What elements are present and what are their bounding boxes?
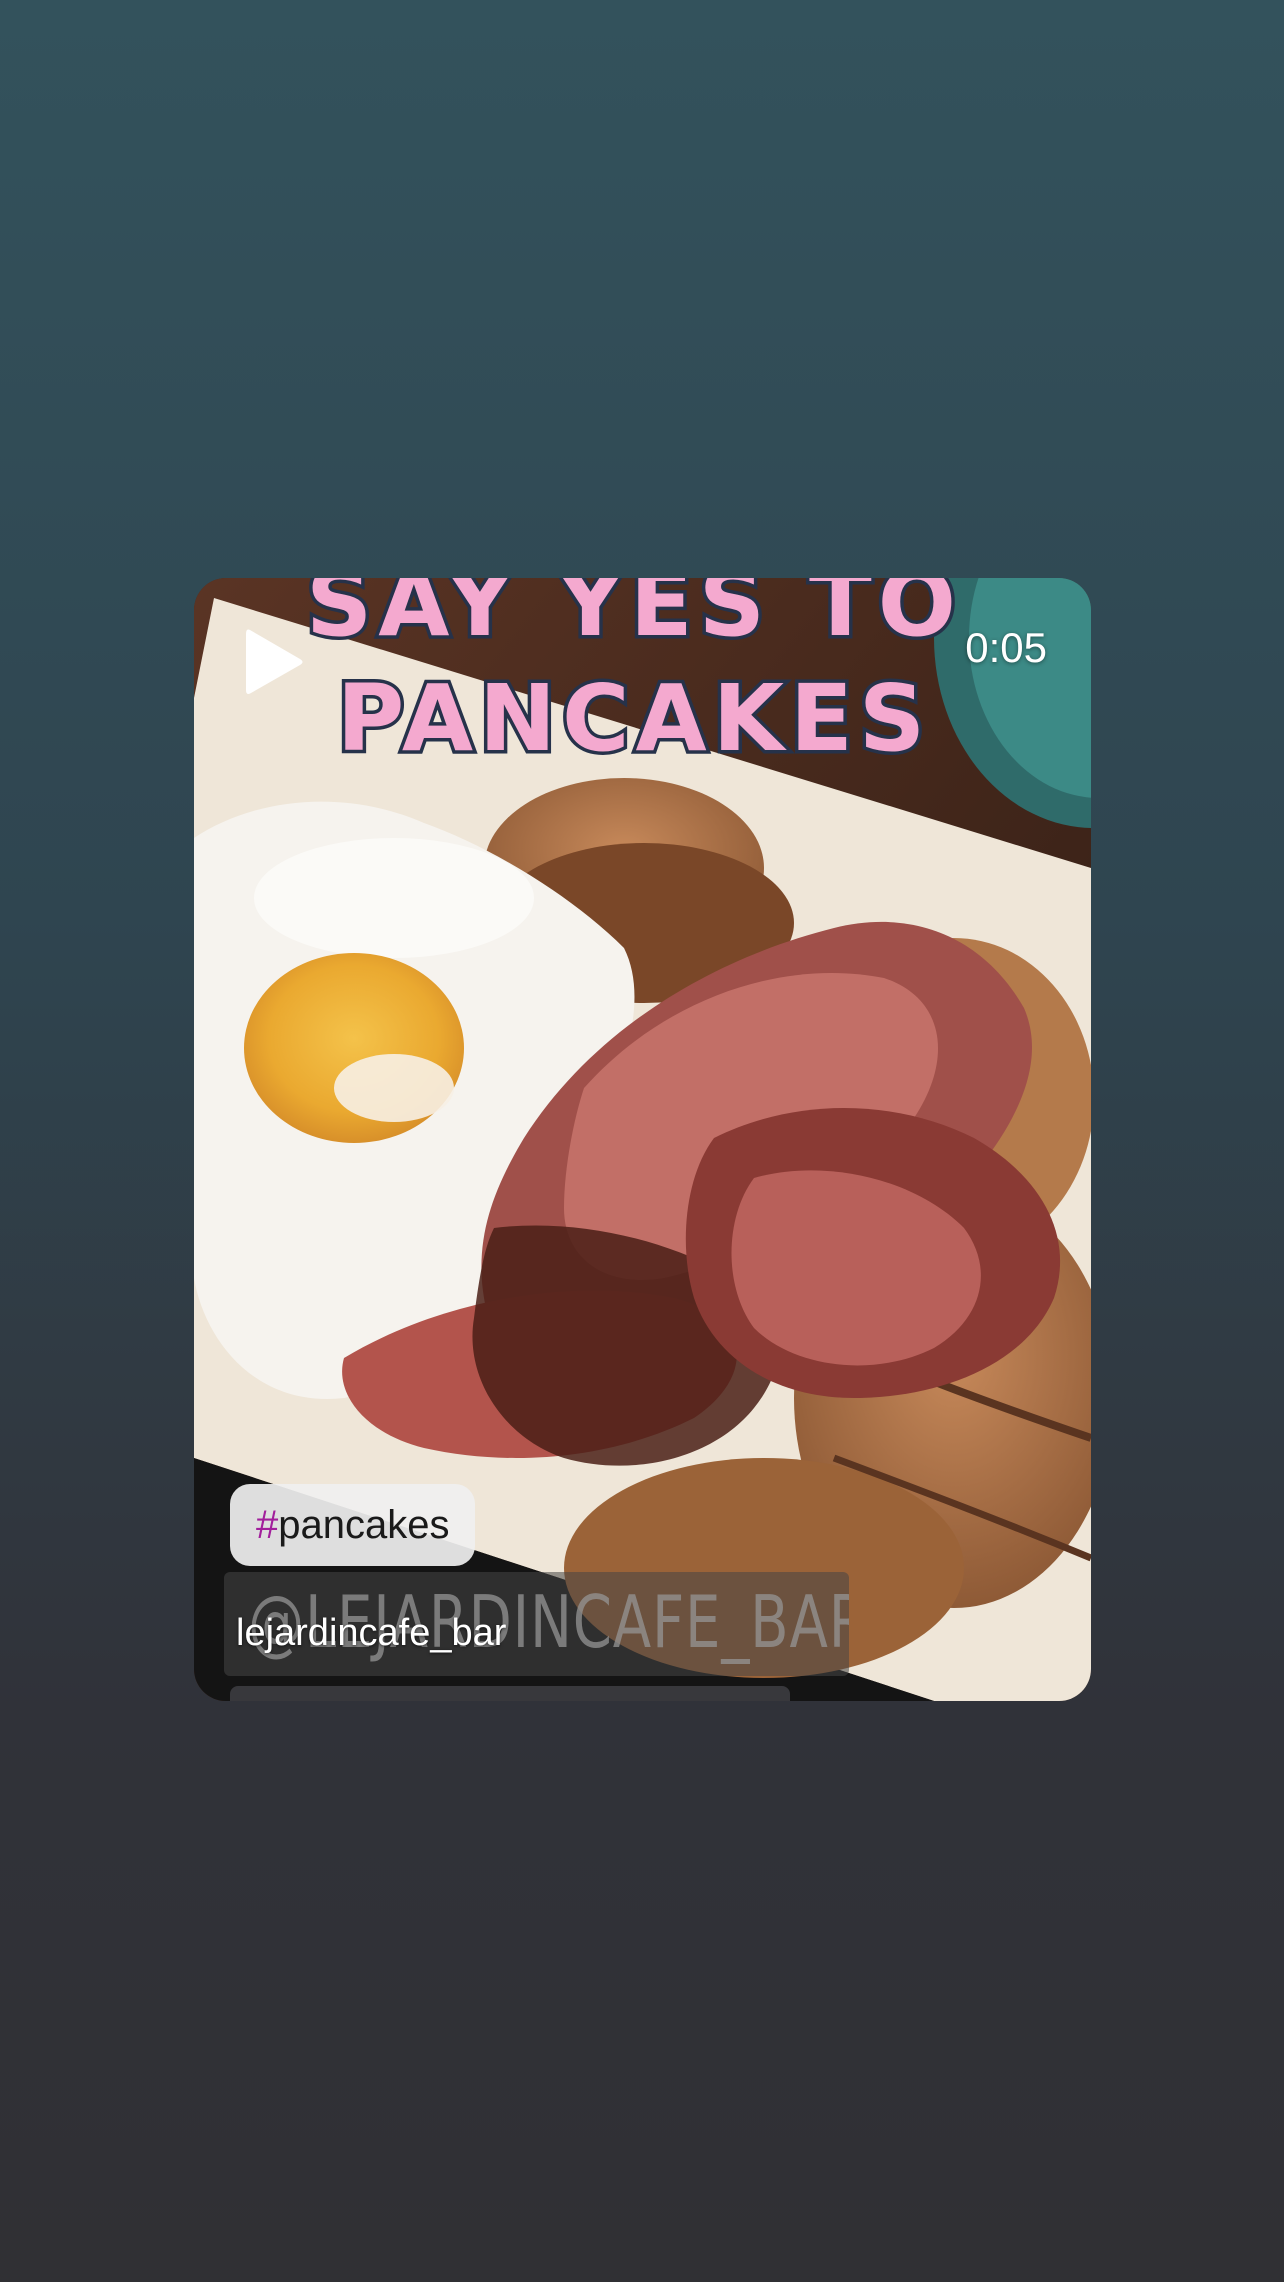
video-preview-card[interactable]: SAY YES TO PANCAKES 0:05 # pancakes @LEJ… [194,578,1091,1701]
hashtag-text: pancakes [278,1502,450,1547]
headline-line-1: SAY YES TO [306,578,962,657]
hashtag-sticker[interactable]: # pancakes [230,1484,476,1566]
hashtag-symbol: # [256,1502,279,1547]
video-duration: 0:05 [965,624,1047,671]
account-username[interactable]: lejardincafe_bar [236,1612,506,1655]
headline-sticker: SAY YES TO PANCAKES [302,578,962,776]
play-icon[interactable] [242,626,306,698]
headline-line-2: PANCAKES [337,665,931,772]
mention-sticker-bar [230,1686,790,1701]
